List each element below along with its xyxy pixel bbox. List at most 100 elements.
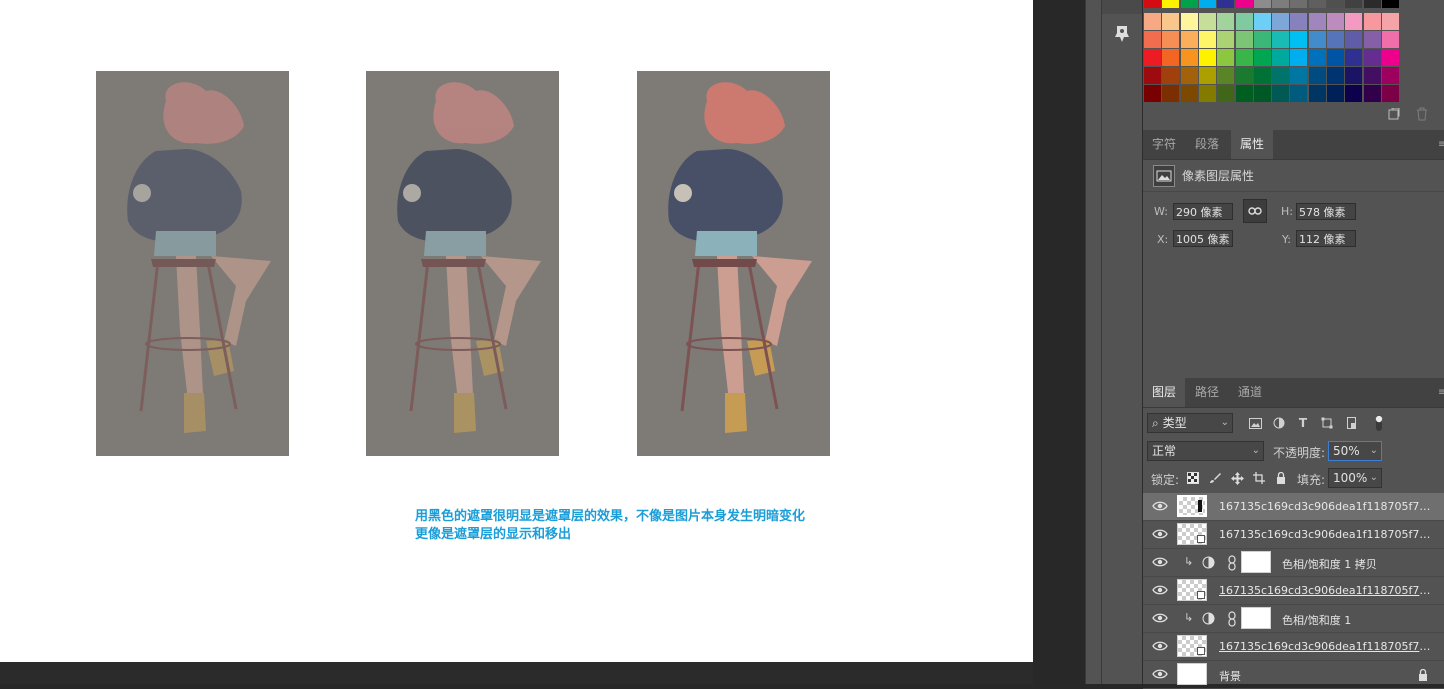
color-swatch[interactable] [1144, 31, 1161, 48]
layer-thumbnail[interactable] [1177, 635, 1207, 657]
color-swatch[interactable] [1381, 0, 1399, 8]
color-swatch[interactable] [1180, 67, 1198, 84]
filter-shape-icon[interactable] [1320, 416, 1334, 430]
visibility-eye-icon[interactable] [1152, 640, 1168, 652]
color-swatch[interactable] [1235, 0, 1253, 8]
layer-row[interactable]: 167135c169cd3c906dea1f118705f7896... [1143, 521, 1444, 549]
color-swatch[interactable] [1180, 13, 1198, 30]
filter-adjustment-icon[interactable] [1272, 416, 1286, 430]
tab-paths[interactable]: 路径 [1186, 378, 1228, 407]
color-swatch[interactable] [1235, 85, 1253, 102]
mask-link-icon[interactable] [1227, 611, 1237, 627]
color-swatch[interactable] [1363, 31, 1381, 48]
color-swatch[interactable] [1162, 13, 1180, 30]
color-swatch[interactable] [1381, 67, 1399, 84]
color-swatch[interactable] [1290, 31, 1308, 48]
layer-row[interactable]: ↳ 色相/饱和度 1 [1143, 605, 1444, 633]
tab-channels[interactable]: 通道 [1229, 378, 1271, 407]
color-swatch[interactable] [1217, 67, 1235, 84]
color-swatch[interactable] [1162, 31, 1180, 48]
color-swatch[interactable] [1381, 13, 1399, 30]
blend-mode-select[interactable]: 正常 ⌄ [1147, 441, 1264, 461]
color-swatch[interactable] [1180, 85, 1198, 102]
color-swatch[interactable] [1272, 31, 1290, 48]
color-swatch[interactable] [1198, 49, 1216, 66]
color-swatch[interactable] [1308, 13, 1326, 30]
color-swatch[interactable] [1363, 0, 1381, 8]
color-swatch[interactable] [1253, 0, 1271, 8]
color-swatch[interactable] [1180, 49, 1198, 66]
mask-link-icon[interactable] [1227, 555, 1237, 571]
lock-all-icon[interactable] [1274, 471, 1288, 485]
layer-mask-thumbnail[interactable] [1241, 551, 1271, 573]
color-swatch[interactable] [1198, 31, 1216, 48]
color-swatch[interactable] [1198, 85, 1216, 102]
lock-brush-icon[interactable] [1208, 471, 1222, 485]
lock-transparent-icon[interactable] [1186, 471, 1200, 485]
color-swatch[interactable] [1290, 49, 1308, 66]
color-swatch[interactable] [1217, 49, 1235, 66]
color-swatch[interactable] [1345, 85, 1363, 102]
color-swatch[interactable] [1345, 67, 1363, 84]
tab-paragraph[interactable]: 段落 [1186, 130, 1228, 159]
color-swatch[interactable] [1327, 67, 1344, 84]
color-swatch[interactable] [1162, 0, 1180, 8]
color-swatch[interactable] [1381, 85, 1399, 102]
color-swatch[interactable] [1345, 49, 1363, 66]
visibility-eye-icon[interactable] [1152, 556, 1168, 568]
width-field[interactable]: 290 像素 [1173, 203, 1233, 220]
layers-menu-icon[interactable]: ≡ [1438, 378, 1444, 407]
lock-move-icon[interactable] [1230, 471, 1244, 485]
color-swatch[interactable] [1253, 31, 1271, 48]
color-swatch[interactable] [1381, 49, 1399, 66]
visibility-eye-icon[interactable] [1152, 584, 1168, 596]
color-swatch[interactable] [1217, 85, 1235, 102]
layer-row[interactable]: 背景 [1143, 661, 1444, 689]
color-swatch[interactable] [1290, 67, 1308, 84]
visibility-eye-icon[interactable] [1152, 528, 1168, 540]
color-swatch[interactable] [1290, 13, 1308, 30]
color-swatch[interactable] [1327, 31, 1344, 48]
filter-type-icon[interactable]: T [1296, 416, 1310, 430]
color-swatch[interactable] [1308, 31, 1326, 48]
color-swatch[interactable] [1253, 67, 1271, 84]
color-swatch[interactable] [1253, 85, 1271, 102]
color-swatch[interactable] [1363, 85, 1381, 102]
color-swatch[interactable] [1144, 49, 1161, 66]
filter-toggle-icon[interactable] [1372, 415, 1386, 431]
color-swatch[interactable] [1217, 0, 1235, 8]
color-swatch[interactable] [1363, 13, 1381, 30]
document-canvas[interactable]: 用黑色的遮罩很明显是遮罩层的效果，不像是图片本身发生明暗变化 更像是遮罩层的显示… [0, 0, 1033, 662]
layer-row[interactable]: 167135c169cd3c906dea1f118705f7896... [1143, 493, 1444, 521]
color-swatch[interactable] [1327, 13, 1344, 30]
color-swatch[interactable] [1308, 67, 1326, 84]
swatches-grid[interactable] [1144, 0, 1432, 102]
color-swatch[interactable] [1180, 31, 1198, 48]
new-swatch-icon[interactable] [1388, 107, 1400, 123]
layer-row[interactable]: 167135c169cd3c906dea1f118705f7896... [1143, 577, 1444, 605]
color-swatch[interactable] [1345, 13, 1363, 30]
layer-thumbnail[interactable] [1177, 495, 1207, 517]
tab-character[interactable]: 字符 [1143, 130, 1185, 159]
color-swatch[interactable] [1290, 0, 1308, 8]
color-swatch[interactable] [1235, 49, 1253, 66]
y-position-field[interactable]: 112 像素 [1296, 230, 1356, 247]
opacity-field[interactable]: 50% ⌄ [1328, 441, 1382, 461]
layer-mask-thumbnail[interactable] [1241, 607, 1271, 629]
layer-row[interactable]: 167135c169cd3c906dea1f118705f7896... [1143, 633, 1444, 661]
filter-smart-object-icon[interactable] [1345, 416, 1359, 430]
color-swatch[interactable] [1198, 0, 1216, 8]
color-swatch[interactable] [1253, 13, 1271, 30]
color-swatch[interactable] [1180, 0, 1198, 8]
color-swatch[interactable] [1144, 0, 1161, 8]
color-swatch[interactable] [1327, 0, 1344, 8]
color-swatch[interactable] [1235, 67, 1253, 84]
figure-photo-middle[interactable] [366, 71, 559, 456]
color-swatch[interactable] [1217, 13, 1235, 30]
tab-properties[interactable]: 属性 [1231, 130, 1274, 159]
color-swatch[interactable] [1345, 31, 1363, 48]
color-swatch[interactable] [1198, 13, 1216, 30]
color-swatch[interactable] [1381, 31, 1399, 48]
color-swatch[interactable] [1308, 49, 1326, 66]
color-swatch[interactable] [1162, 67, 1180, 84]
